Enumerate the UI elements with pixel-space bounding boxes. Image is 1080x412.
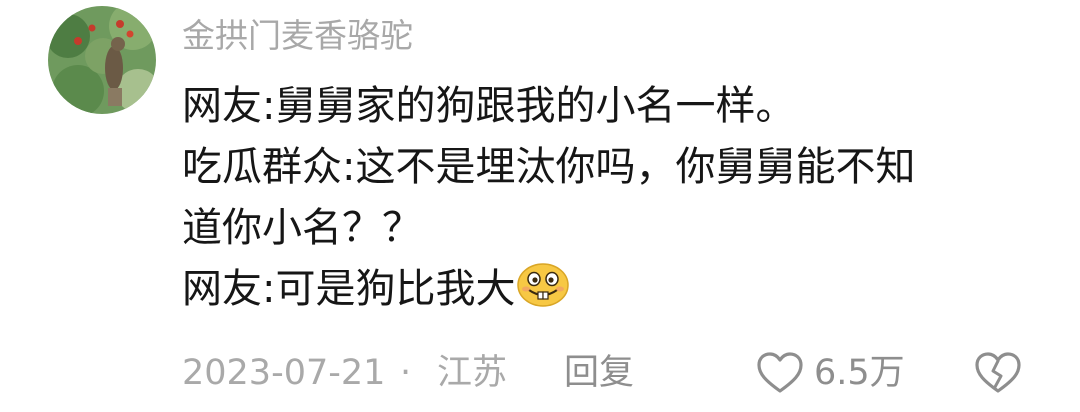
- user-avatar[interactable]: [48, 6, 156, 114]
- comment-line-last: 网友:可是狗比我大: [182, 259, 1042, 320]
- comment-line: 吃瓜群众:这不是埋汰你吗，你舅舅能不知: [182, 144, 916, 190]
- comment-footer: 2023-07-21 · 江苏 回复 6.5万: [182, 346, 1042, 400]
- comment-date: 2023-07-21: [182, 353, 386, 393]
- comment-line-text: 网友:可是狗比我大: [182, 266, 516, 312]
- comment-location: 江苏: [437, 353, 508, 393]
- comment-line: 网友:舅舅家的狗跟我的小名一样。: [182, 83, 796, 129]
- avatar-image: [48, 6, 156, 114]
- like-count: 6.5万: [814, 353, 905, 393]
- meta-separator: ·: [400, 353, 412, 393]
- comment-item: 金拱门麦香骆驼 网友:舅舅家的狗跟我的小名一样。 吃瓜群众:这不是埋汰你吗，你舅…: [0, 0, 1080, 412]
- comment-body: 网友:舅舅家的狗跟我的小名一样。 吃瓜群众:这不是埋汰你吗，你舅舅能不知 道你小…: [182, 76, 1042, 320]
- reply-button[interactable]: 回复: [564, 346, 634, 400]
- heart-outline-icon[interactable]: [756, 351, 804, 395]
- broken-heart-icon[interactable]: [974, 351, 1022, 395]
- comment-username[interactable]: 金拱门麦香骆驼: [182, 14, 413, 58]
- grinning-buck-teeth-emoji-icon: [517, 263, 570, 307]
- comment-line: 道你小名？？: [182, 205, 422, 251]
